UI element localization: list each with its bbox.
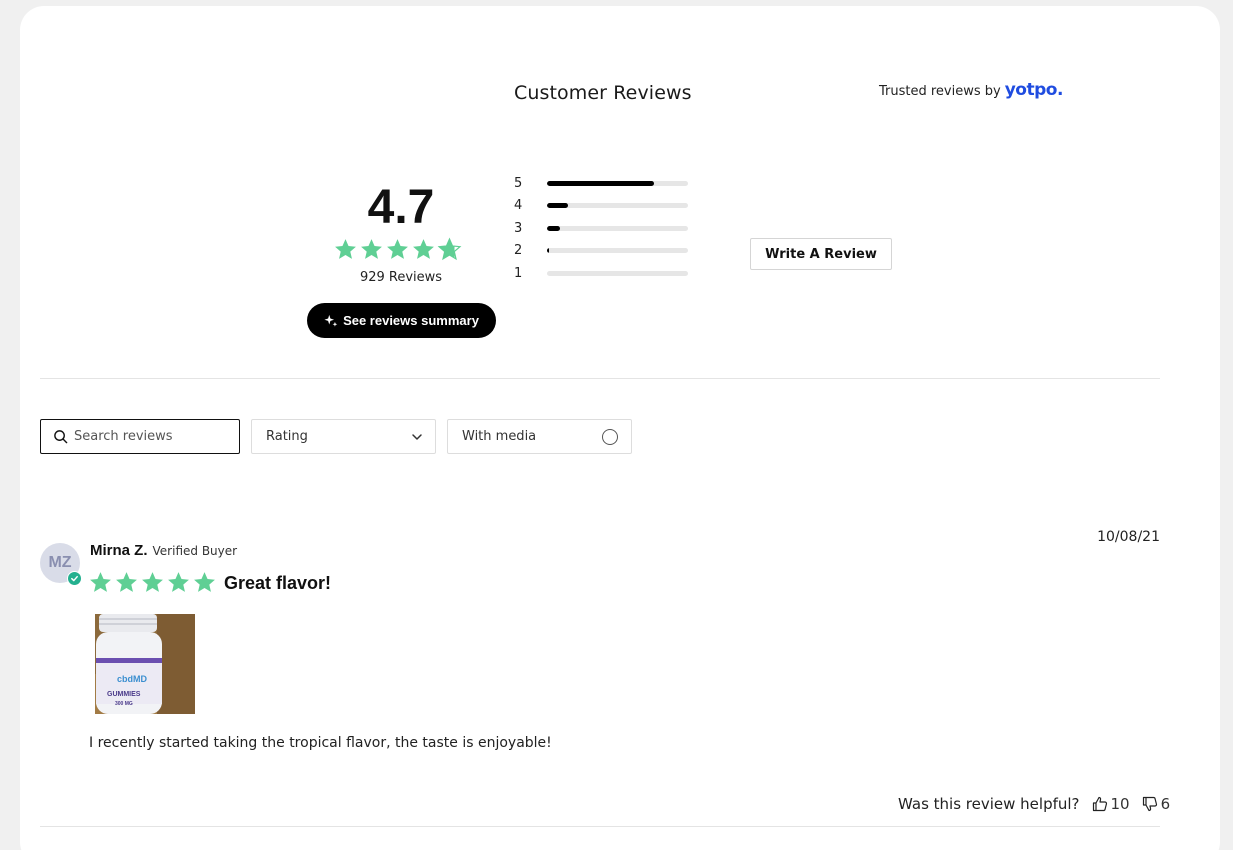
with-media-label: With media — [462, 429, 537, 444]
reviewer-name: Mirna Z. — [90, 542, 148, 559]
search-box[interactable] — [40, 419, 240, 454]
product-bottle-image: cbdMD GUMMIES 300 MG — [95, 614, 195, 714]
rating-filter-label: Rating — [266, 429, 308, 444]
rating-bar-label: 5 — [514, 175, 523, 191]
star-icon — [387, 239, 408, 259]
rating-bar-fill — [547, 225, 560, 231]
average-stars — [333, 237, 462, 262]
star-icon — [90, 572, 111, 592]
yotpo-logo[interactable]: yotpo. — [1005, 80, 1064, 100]
thumbs-up-icon — [1092, 796, 1107, 812]
reviewer-info: Mirna Z. Verified Buyer — [90, 542, 237, 559]
star-icon — [142, 572, 163, 592]
rating-filter-dropdown[interactable]: Rating — [251, 419, 436, 454]
rating-bar-3[interactable]: 3 — [514, 217, 688, 240]
sparkle-icon — [324, 314, 338, 327]
divider — [40, 378, 1160, 379]
rating-bar-track — [547, 270, 688, 276]
chevron-down-icon — [412, 433, 422, 440]
verified-check-icon — [67, 571, 82, 586]
star-icon — [437, 237, 462, 261]
divider — [40, 826, 1160, 827]
average-score: 4.7 — [367, 181, 435, 234]
thumbs-down-icon — [1142, 796, 1157, 812]
rating-bar-2[interactable]: 2 — [514, 240, 688, 263]
rating-bar-label: 3 — [514, 220, 523, 236]
rating-bar-fill — [547, 180, 655, 186]
downvote-count: 6 — [1160, 795, 1171, 813]
verified-buyer-label: Verified Buyer — [152, 544, 238, 558]
search-icon — [54, 430, 68, 444]
write-review-button[interactable]: Write A Review — [750, 238, 892, 270]
rating-bar-label: 4 — [514, 198, 523, 214]
image-strength-text: 300 MG — [115, 701, 133, 707]
review-title: Great flavor! — [224, 573, 332, 593]
see-reviews-summary-button[interactable]: See reviews summary — [307, 303, 496, 338]
star-icon — [361, 239, 382, 259]
rating-bar-4[interactable]: 4 — [514, 195, 688, 218]
with-media-filter[interactable]: With media — [447, 419, 632, 454]
rating-bar-track — [547, 225, 688, 231]
upvote-count: 10 — [1110, 795, 1130, 813]
star-icon — [413, 239, 434, 259]
review-image-thumbnail[interactable]: cbdMD GUMMIES 300 MG — [95, 614, 195, 714]
rating-bar-1[interactable]: 1 — [514, 262, 688, 285]
trusted-by: Trusted reviews by yotpo. — [879, 80, 1063, 100]
search-input[interactable] — [74, 429, 234, 444]
star-icon — [194, 572, 215, 592]
trusted-label: Trusted reviews by — [879, 84, 1001, 99]
review-stars — [88, 570, 217, 595]
review-date: 10/08/21 — [1097, 529, 1160, 545]
rating-bar-track — [547, 180, 688, 186]
thumbs-down-button[interactable]: 6 — [1142, 795, 1171, 813]
review-count: 929 Reviews — [359, 270, 443, 285]
rating-bar-fill — [547, 203, 569, 209]
rating-bar-track — [547, 203, 688, 209]
rating-bar-label: 1 — [514, 265, 523, 281]
rating-distribution: 5 4 3 2 1 — [514, 172, 688, 285]
widget-title: Customer Reviews — [514, 82, 692, 104]
helpful-question: Was this review helpful? — [898, 795, 1080, 813]
thumbs-up-button[interactable]: 10 — [1092, 795, 1130, 813]
star-icon — [335, 239, 356, 259]
rating-bar-5[interactable]: 5 — [514, 172, 688, 195]
with-media-radio[interactable] — [602, 428, 618, 445]
rating-bar-track — [547, 248, 688, 254]
see-reviews-summary-label: See reviews summary — [343, 313, 479, 328]
helpful-section: Was this review helpful? 10 6 — [898, 795, 1170, 813]
image-brand-text: cbdMD — [117, 674, 147, 684]
image-product-text: GUMMIES — [107, 691, 141, 698]
review-body: I recently started taking the tropical f… — [89, 735, 552, 751]
star-icon — [116, 572, 137, 592]
star-icon — [168, 572, 189, 592]
rating-bar-label: 2 — [514, 243, 523, 259]
rating-bar-fill — [547, 248, 549, 254]
